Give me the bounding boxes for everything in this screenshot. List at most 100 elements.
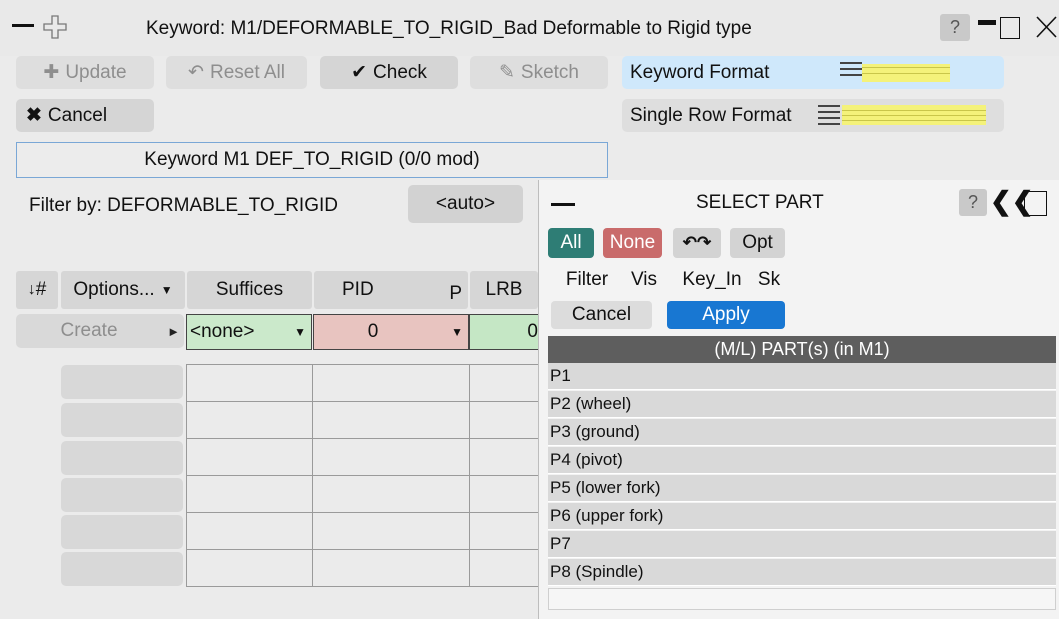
table-cell[interactable] [186, 475, 313, 513]
keyword-format-icon [840, 62, 950, 82]
check-icon: ✔ [351, 62, 368, 83]
table-cell[interactable] [312, 401, 470, 439]
close-icon[interactable] [1034, 14, 1059, 40]
part-list-header: (M/L) PART(s) (in M1) [548, 336, 1056, 363]
row-button[interactable] [61, 441, 183, 475]
sketch-button[interactable]: ✎ Sketch [470, 56, 608, 89]
opt-button[interactable]: Opt [730, 228, 785, 258]
vis-button[interactable]: Vis [622, 266, 666, 294]
keyword-format-button[interactable]: Keyword Format [622, 56, 1004, 89]
table-cell[interactable] [312, 475, 470, 513]
row-button[interactable] [61, 515, 183, 549]
table-cell[interactable] [312, 364, 470, 402]
table-cell[interactable] [186, 438, 313, 476]
filter-label: Filter by: DEFORMABLE_TO_RIGID [29, 195, 338, 216]
table-cell[interactable] [469, 475, 539, 513]
key-in-button[interactable]: Key_In [672, 266, 752, 294]
list-item[interactable]: P4 (pivot) [548, 447, 1056, 474]
table-cell[interactable] [186, 512, 313, 550]
panel-help-button[interactable]: ? [959, 189, 987, 216]
key-in-label: Key_In [682, 269, 742, 290]
filter-button[interactable]: Filter [557, 266, 617, 294]
filter-button-label: Filter [565, 269, 609, 290]
table-cell[interactable] [186, 364, 313, 402]
table-cell[interactable] [469, 364, 539, 402]
title-bar: Keyword: M1/DEFORMABLE_TO_RIGID_Bad Defo… [0, 0, 1059, 56]
keyword-tab[interactable]: Keyword M1 DEF_TO_RIGID (0/0 mod) [16, 142, 608, 178]
sort-down-icon: ↓ [27, 281, 36, 298]
row-button[interactable] [61, 552, 183, 586]
none-button[interactable]: None [603, 228, 662, 258]
sketch-label: Sketch [520, 61, 579, 83]
table-cell[interactable] [312, 512, 470, 550]
suffix-select[interactable]: <none> ▼ [186, 314, 312, 350]
list-item[interactable]: P7 [548, 531, 1056, 558]
list-item[interactable]: P5 (lower fork) [548, 475, 1056, 502]
table-cell[interactable] [469, 512, 539, 550]
panel-help-label: ? [967, 192, 978, 212]
list-item[interactable]: P8 (Spindle) [548, 559, 1056, 586]
maximize-icon[interactable] [1000, 17, 1020, 39]
auto-label: <auto> [435, 193, 496, 214]
table-cell[interactable] [469, 438, 539, 476]
swap-icon: ↶↷ [682, 233, 712, 252]
select-part-title: SELECT PART [696, 192, 824, 213]
x-icon: ✖ [26, 105, 42, 126]
table-cell[interactable] [186, 401, 313, 439]
cancel-label: Cancel [47, 104, 108, 126]
lrb-header[interactable]: LRB [470, 271, 538, 309]
check-button[interactable]: ✔ Check [320, 56, 458, 89]
list-item[interactable]: P1 [548, 363, 1056, 390]
list-item[interactable]: P2 (wheel) [548, 391, 1056, 418]
part-list-header-label: (M/L) PART(s) (in M1) [714, 339, 890, 359]
list-item[interactable]: P3 (ground) [548, 419, 1056, 446]
collapse-panel-icon[interactable] [551, 203, 575, 206]
table-cell[interactable] [469, 549, 539, 587]
sort-number-header[interactable]: ↓ # [16, 271, 58, 309]
auto-button[interactable]: <auto> [408, 185, 523, 223]
panel-cancel-button[interactable]: Cancel [551, 301, 652, 329]
opt-label: Opt [742, 232, 773, 253]
single-row-format-button[interactable]: Single Row Format [622, 99, 1004, 132]
keyword-tab-label: Keyword M1 DEF_TO_RIGID (0/0 mod) [144, 149, 480, 170]
suffices-header[interactable]: Suffices [187, 271, 312, 309]
lrb-input[interactable]: 0 [469, 314, 539, 350]
create-button[interactable]: Create ► [16, 314, 184, 348]
row-button[interactable] [61, 365, 183, 399]
create-label: Create [60, 320, 118, 341]
table-cell[interactable] [469, 401, 539, 439]
row-button[interactable] [61, 478, 183, 512]
pid-header[interactable]: PID P [314, 271, 468, 309]
none-label: None [609, 232, 656, 253]
row-button[interactable] [61, 403, 183, 437]
window-title: Keyword: M1/DEFORMABLE_TO_RIGID_Bad Defo… [146, 18, 752, 39]
minimize-window-icon[interactable] [12, 24, 34, 27]
lrb-header-label: LRB [485, 279, 523, 300]
apply-label: Apply [702, 304, 750, 325]
minimize-icon[interactable] [978, 20, 996, 25]
table-cell[interactable] [186, 549, 313, 587]
options-header[interactable]: Options... ▼ [61, 271, 185, 309]
sk-label: Sk [757, 269, 781, 290]
panel-maximize-icon[interactable] [1024, 191, 1047, 216]
table-cell[interactable] [312, 549, 470, 587]
help-label: ? [949, 17, 960, 37]
help-button[interactable]: ? [940, 14, 970, 41]
sk-button[interactable]: Sk [752, 266, 786, 294]
apply-button[interactable]: Apply [667, 301, 785, 329]
panel-cancel-label: Cancel [571, 304, 632, 325]
number-header-label: # [35, 279, 47, 300]
row-pointer-icon: ► [167, 323, 180, 339]
move-icon[interactable] [42, 14, 68, 40]
pid-input[interactable]: 0 ▼ [313, 314, 469, 350]
cancel-button[interactable]: ✖ Cancel [16, 99, 154, 132]
pencil-icon: ✎ [498, 62, 515, 83]
update-button[interactable]: ✚ Update [16, 56, 154, 89]
reset-all-button[interactable]: ↶ Reset All [166, 56, 307, 89]
all-button[interactable]: All [548, 228, 594, 258]
list-item[interactable]: P6 (upper fork) [548, 503, 1056, 530]
swap-button[interactable]: ↶↷ [673, 228, 721, 258]
check-label: Check [373, 61, 427, 83]
table-cell[interactable] [312, 438, 470, 476]
single-row-format-label: Single Row Format [630, 104, 792, 126]
